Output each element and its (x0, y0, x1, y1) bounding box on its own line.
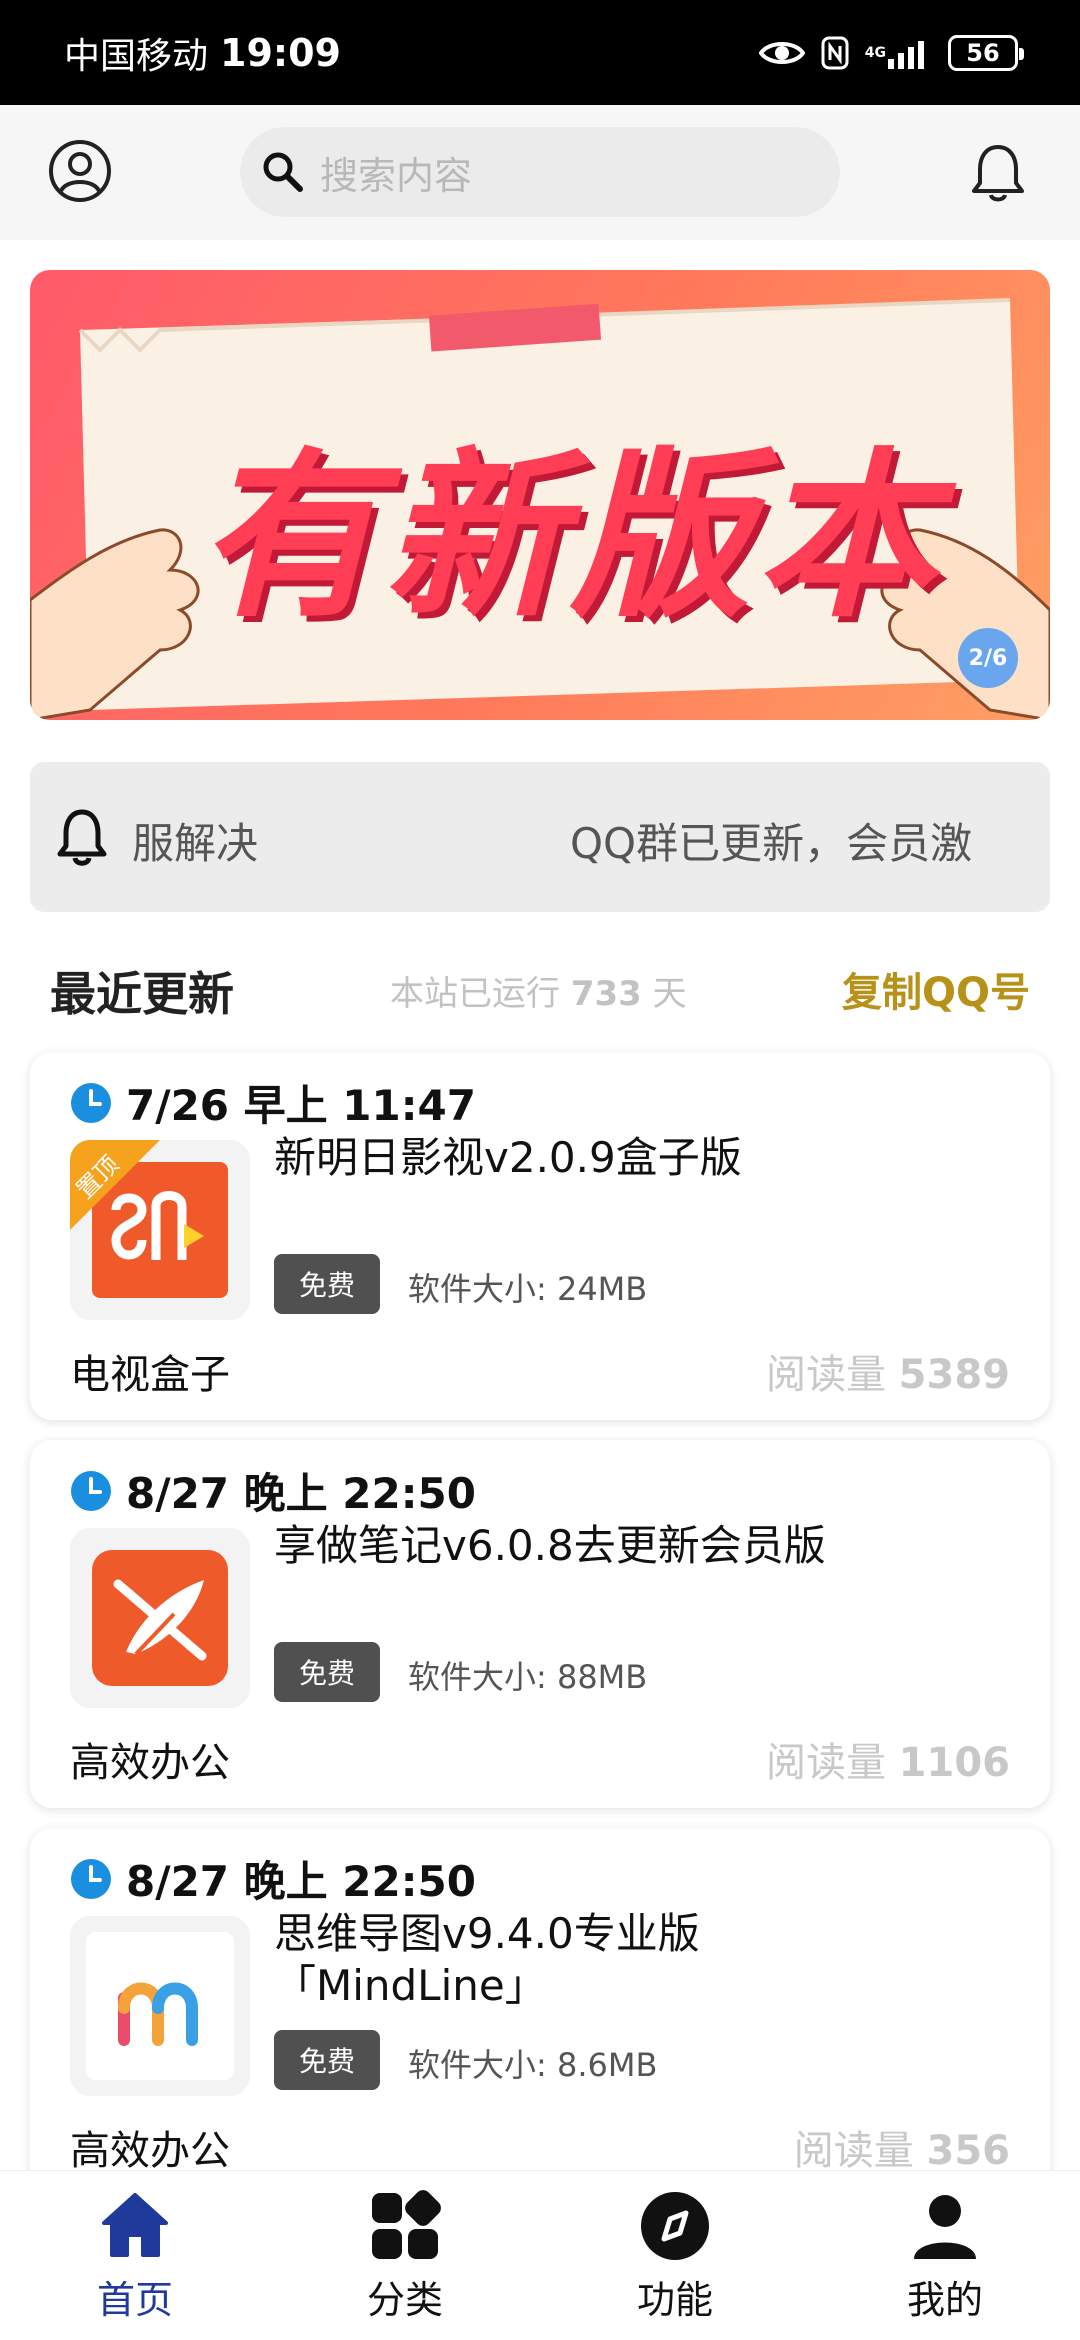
card-date: 7/26 早上 11:47 (70, 1072, 476, 1133)
app-size: 软件大小: 8.6MB (408, 2046, 658, 2084)
read-count-value: 5389 (898, 1352, 1010, 1398)
app-name: 思维导图v9.4.0专业版「MindLine」 (274, 1909, 700, 2010)
free-badge: 免费 (274, 1254, 380, 1314)
battery-indicator: 56 (948, 34, 1024, 71)
free-badge: 免费 (274, 2030, 380, 2090)
status-icons: 4G 56 (758, 34, 1024, 71)
notification-button[interactable] (968, 141, 1028, 205)
article-card[interactable]: 8/27 晚上 22:50 思维导图v9.4.0专业版「MindLine」 免费… (30, 1828, 1050, 2196)
card-date-text: 8/27 晚上 22:50 (126, 1857, 476, 1906)
signal-icon: 4G (865, 37, 932, 69)
notice-message: QQ群已更新，会员激 (570, 819, 973, 868)
article-card[interactable]: 8/27 晚上 22:50 享做笔记v6.0.8去更新会员版 免费 软件大小: … (30, 1440, 1050, 1808)
section-title: 最近更新 (50, 967, 234, 1021)
search-icon (263, 152, 303, 192)
clock-icon (71, 1082, 111, 1123)
read-count-label: 阅读量 (765, 1352, 886, 1398)
mindline-logo-icon (86, 1932, 234, 2080)
nfc-icon (821, 36, 849, 70)
network-type: 4G (864, 44, 886, 61)
status-time: 19:09 (220, 30, 341, 75)
notice-bar[interactable]: 服解决 QQ群已更新，会员激 (30, 762, 1050, 912)
status-bar: 中国移动 19:09 4G 56 (0, 0, 1080, 105)
app-size: 软件大小: 88MB (408, 1658, 648, 1696)
feather-pen-icon (92, 1550, 228, 1686)
notice-marquee: 服解决 QQ群已更新，会员激 (132, 762, 1036, 912)
app-name: 新明日影视v2.0.9盒子版 (274, 1133, 742, 1182)
nav-profile[interactable]: 我的 (810, 2171, 1080, 2340)
nav-features[interactable]: 功能 (540, 2171, 810, 2340)
app-size: 软件大小: 24MB (408, 1270, 648, 1308)
app-thumbnail (70, 1916, 250, 2096)
nav-label: 分类 (366, 2278, 443, 2322)
person-icon (914, 2195, 976, 2259)
card-date: 8/27 晚上 22:50 (70, 1460, 476, 1521)
app-thumbnail (70, 1528, 250, 1708)
uptime-days: 733 (570, 974, 642, 1014)
uptime-prefix: 本站已运行 (390, 974, 560, 1014)
banner-page-indicator: 2/6 (958, 628, 1018, 688)
eye-icon (758, 38, 805, 68)
uptime-suffix: 天 (652, 974, 687, 1014)
home-icon (102, 2193, 168, 2257)
bottom-nav: 首页 分类 功能 我的 (0, 2170, 1080, 2340)
clock-icon (71, 1470, 111, 1511)
carrier-name: 中国移动 (64, 35, 209, 77)
app-thumbnail: 置顶 (70, 1140, 250, 1320)
read-count-label: 阅读量 (793, 2128, 914, 2174)
compass-icon (641, 2192, 709, 2260)
read-count-label: 阅读量 (765, 1740, 886, 1786)
app-name: 享做笔记v6.0.8去更新会员版 (274, 1521, 826, 1570)
read-count: 阅读量 5389 (766, 1342, 1010, 1400)
app-category: 电视盒子 (70, 1352, 230, 1398)
nav-label: 功能 (636, 2278, 713, 2322)
card-date-text: 7/26 早上 11:47 (126, 1081, 476, 1130)
clock-icon (71, 1858, 111, 1899)
user-avatar-button[interactable] (48, 139, 112, 203)
nav-category[interactable]: 分类 (270, 2171, 540, 2340)
free-badge: 免费 (274, 1642, 380, 1702)
card-date: 8/27 晚上 22:50 (70, 1848, 476, 1909)
nav-home[interactable]: 首页 (0, 2171, 270, 2340)
card-date-text: 8/27 晚上 22:50 (126, 1469, 476, 1518)
category-icon (372, 2190, 441, 2259)
search-placeholder: 搜索内容 (320, 153, 473, 198)
read-count-value: 356 (926, 2128, 1011, 2174)
user-icon (49, 140, 111, 202)
nav-label: 首页 (96, 2278, 173, 2322)
site-uptime: 本站已运行 733 天 (390, 966, 687, 1015)
app-category: 高效办公 (70, 1740, 230, 1786)
search-input[interactable]: 搜索内容 (240, 127, 840, 217)
read-count-value: 1106 (898, 1740, 1010, 1786)
article-card[interactable]: 7/26 早上 11:47 置顶 新明日影视v2.0.9盒子版 免费 软件大小:… (30, 1052, 1050, 1420)
read-count: 阅读量 356 (794, 2118, 1010, 2176)
app-category: 高效办公 (70, 2128, 230, 2174)
nav-label: 我的 (906, 2278, 983, 2322)
bell-icon (972, 145, 1024, 202)
copy-qq-button[interactable]: 复制QQ号 (842, 960, 1030, 1018)
read-count: 阅读量 1106 (766, 1730, 1010, 1788)
notice-message: 服解决 (132, 819, 259, 868)
notice-bell-icon (57, 809, 107, 866)
banner-title: 有新版本 (197, 433, 942, 642)
top-header: 搜索内容 (0, 105, 1080, 240)
promo-banner[interactable]: 有新版本 2/6 (30, 270, 1050, 720)
